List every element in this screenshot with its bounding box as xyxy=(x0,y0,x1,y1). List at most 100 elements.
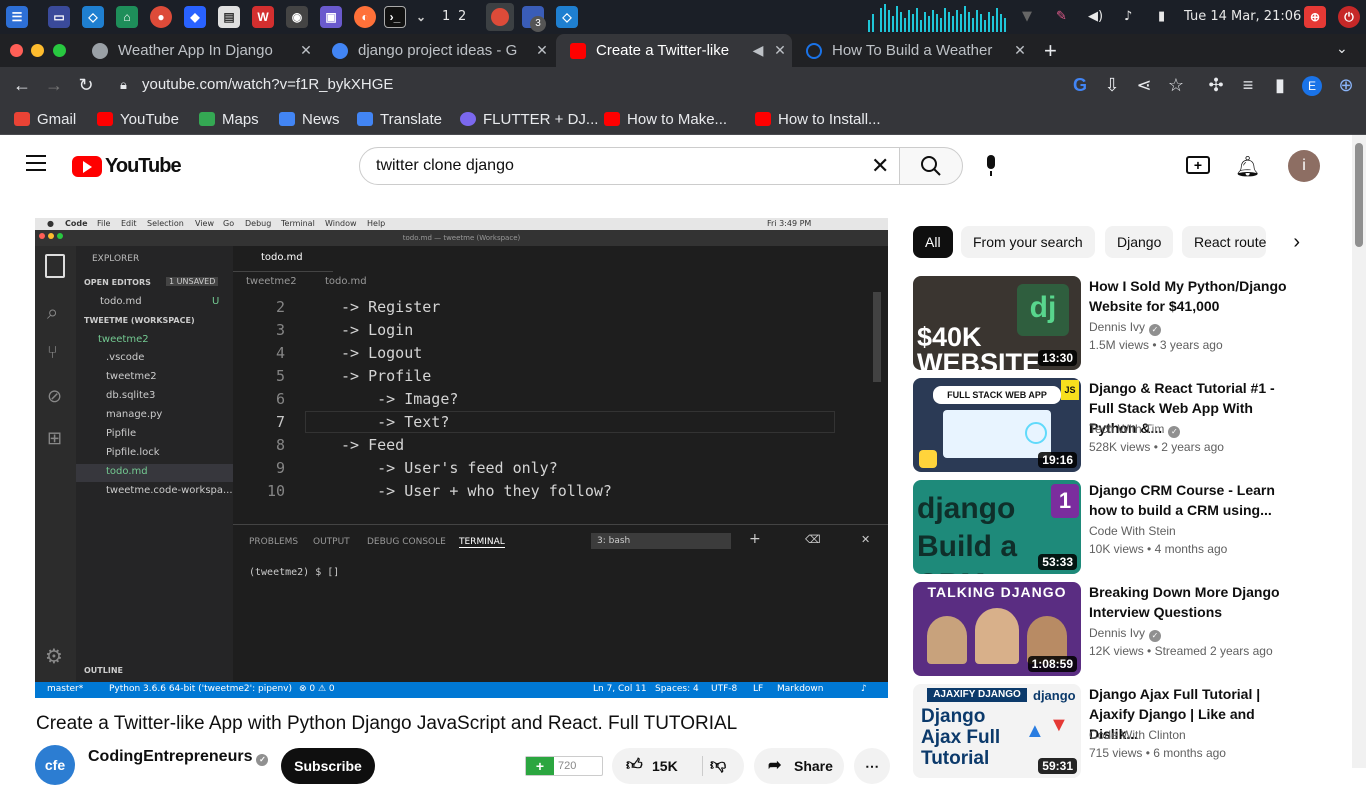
profile-avatar[interactable]: E xyxy=(1302,76,1322,96)
video-thumbnail[interactable]: AJAXIFY DJANGO django Django Ajax Full T… xyxy=(913,684,1081,778)
video-thumbnail[interactable]: TALKING DJANGO 1:08:59 xyxy=(913,582,1081,676)
power-icon[interactable]: ⏻ xyxy=(1338,6,1360,28)
video-player[interactable]: ● Code File Edit Selection View Go Debug… xyxy=(35,218,888,698)
subscribe-button[interactable]: Subscribe xyxy=(281,748,375,784)
install-app-icon[interactable]: ⇩ xyxy=(1100,73,1124,97)
workspace-2[interactable]: 2 xyxy=(458,9,466,24)
files-launcher-icon[interactable]: ▤ xyxy=(218,6,240,28)
firefox-launcher-icon[interactable]: ◐ xyxy=(354,6,376,28)
microphone-icon[interactable] xyxy=(982,155,1000,179)
battery-icon[interactable]: ▮ xyxy=(1158,9,1165,24)
create-video-icon[interactable]: + xyxy=(1186,156,1210,174)
clear-search-icon[interactable]: ✕ xyxy=(871,154,889,178)
wps-launcher-icon[interactable]: W xyxy=(252,6,274,28)
channel-name[interactable]: Dennis Ivy ✓ xyxy=(1089,320,1162,336)
minimize-window-icon[interactable] xyxy=(31,44,44,57)
reload-icon[interactable]: ↻ xyxy=(74,73,98,97)
vscode-launcher-icon[interactable]: ◇ xyxy=(82,6,104,28)
chevron-right-icon[interactable]: › xyxy=(1266,226,1316,258)
extensions-icon[interactable]: ✣ xyxy=(1204,73,1228,97)
media-control-icon[interactable]: ≡ xyxy=(1236,73,1260,97)
tab-weather-app[interactable]: Weather App In Django ✕ xyxy=(78,34,318,67)
bookmark-flutter-django[interactable]: FLUTTER + DJ... xyxy=(460,109,598,129)
search-button[interactable] xyxy=(899,147,963,185)
youtube-logo[interactable]: YouTube xyxy=(72,155,182,178)
pen-tool-icon[interactable]: ✎ xyxy=(1056,9,1067,24)
chip-django[interactable]: Django xyxy=(1105,226,1174,258)
back-icon[interactable]: ← xyxy=(10,73,34,97)
channel-avatar[interactable]: cfe xyxy=(35,745,75,785)
pycharm-launcher-icon[interactable]: ⌂ xyxy=(116,6,138,28)
notifications-icon[interactable]: ♪ xyxy=(1124,9,1132,24)
lock-icon[interactable]: ⊕ xyxy=(1304,6,1326,28)
chip-all[interactable]: All xyxy=(913,226,953,258)
bell-icon[interactable]: 🔔︎ xyxy=(1235,154,1260,179)
related-video[interactable]: FULL STACK WEB APP JS 19:16 Django & Rea… xyxy=(913,378,1353,474)
chevron-down-icon[interactable]: ⌄ xyxy=(410,6,432,28)
close-tab-icon[interactable]: ✕ xyxy=(294,42,318,59)
bookmark-maps[interactable]: Maps xyxy=(199,109,259,129)
like-count[interactable]: 15K xyxy=(652,748,678,784)
close-tab-icon[interactable]: ✕ xyxy=(768,42,792,59)
share-icon[interactable]: ⋖ xyxy=(1132,73,1156,97)
vscode-window-icon[interactable]: ◇ xyxy=(556,6,578,28)
scrollbar-thumb[interactable] xyxy=(1355,143,1363,247)
thumbs-down-icon[interactable]: 👎︎ xyxy=(710,748,726,784)
thumbs-up-icon[interactable]: 👍︎ xyxy=(626,748,643,784)
chip-from-search[interactable]: From your search xyxy=(961,226,1095,258)
new-tab-icon[interactable]: + xyxy=(1044,38,1057,64)
close-tab-icon[interactable]: ✕ xyxy=(530,42,554,59)
bookmark-youtube[interactable]: YouTube xyxy=(97,109,179,129)
messenger-launcher-icon[interactable]: ◆ xyxy=(184,6,206,28)
google-lens-icon[interactable]: G xyxy=(1068,73,1092,97)
close-tab-icon[interactable]: ✕ xyxy=(1008,42,1032,59)
related-video-title[interactable]: Breaking Down More Django Interview Ques… xyxy=(1089,582,1294,622)
channel-name[interactable]: Dennis Ivy ✓ xyxy=(1089,626,1162,642)
app-menu-icon[interactable]: ☰ xyxy=(6,6,28,28)
side-panel-icon[interactable]: ▮ xyxy=(1268,73,1292,97)
channel-name[interactable]: CodingEntrepreneurs ✓ xyxy=(88,748,269,766)
terminal-launcher-icon[interactable]: ›_ xyxy=(384,6,406,28)
workspace-1[interactable]: 1 xyxy=(442,9,450,24)
video-thumbnail[interactable]: dj $40K WEBSITE 13:30 xyxy=(913,276,1081,370)
account-avatar[interactable]: i xyxy=(1288,150,1320,182)
screen-recorder-icon[interactable]: ▣ xyxy=(320,6,342,28)
share-button[interactable]: ➦ Share xyxy=(754,748,844,784)
related-video[interactable]: TALKING DJANGO 1:08:59 Breaking Down Mor… xyxy=(913,582,1353,678)
bookmark-how-to-install[interactable]: How to Install... xyxy=(755,109,881,129)
chrome-launcher-icon[interactable]: ● xyxy=(150,6,172,28)
tab-twitter-tutorial[interactable]: Create a Twitter-like ◀ ✕ xyxy=(556,34,792,67)
address-bar[interactable]: 🔒︎ youtube.com/watch?v=f1R_bykXHGE xyxy=(108,71,1108,99)
rating-widget[interactable]: + 720 xyxy=(525,756,603,776)
chip-react-routers[interactable]: React routers xyxy=(1182,226,1266,258)
clock[interactable]: Tue 14 Mar, 21:06 xyxy=(1184,9,1301,24)
channel-name[interactable]: Code With Clinton xyxy=(1089,728,1186,742)
bookmark-translate[interactable]: Translate xyxy=(357,109,442,129)
network-icon[interactable]: ▼ xyxy=(1022,9,1032,24)
related-video[interactable]: AJAXIFY DJANGO django Django Ajax Full T… xyxy=(913,684,1353,780)
update-icon[interactable]: ⊕ xyxy=(1334,73,1358,97)
tab-django-ideas[interactable]: django project ideas - G ✕ xyxy=(318,34,554,67)
video-thumbnail[interactable]: django Build a CRM 1 53:33 xyxy=(913,480,1081,574)
related-video-title[interactable]: How I Sold My Python/Django Website for … xyxy=(1089,276,1294,316)
bookmark-news[interactable]: News xyxy=(279,109,340,129)
bookmark-star-icon[interactable]: ☆ xyxy=(1164,73,1188,97)
github-launcher-icon[interactable]: ◉ xyxy=(286,6,308,28)
tab-weather-build[interactable]: How To Build a Weather ✕ xyxy=(792,34,1032,67)
volume-icon[interactable]: ◀) xyxy=(1088,9,1103,24)
related-video[interactable]: dj $40K WEBSITE 13:30 How I Sold My Pyth… xyxy=(913,276,1353,372)
forward-icon[interactable]: → xyxy=(42,73,66,97)
desktop-icon[interactable]: ▭ xyxy=(48,6,70,28)
related-video-title[interactable]: Django CRM Course - Learn how to build a… xyxy=(1089,480,1294,520)
chrome-window-icon[interactable] xyxy=(486,3,514,31)
maximize-window-icon[interactable] xyxy=(53,44,66,57)
tab-search-icon[interactable]: ⌄ xyxy=(1336,40,1348,57)
more-actions-icon[interactable]: ⋯ xyxy=(854,748,890,784)
bookmark-gmail[interactable]: Gmail xyxy=(14,109,76,129)
search-input[interactable]: twitter clone django xyxy=(359,147,900,185)
bookmark-how-to-make[interactable]: How to Make... xyxy=(604,109,727,129)
hamburger-menu-icon[interactable] xyxy=(26,155,46,171)
video-thumbnail[interactable]: FULL STACK WEB APP JS 19:16 xyxy=(913,378,1081,472)
page-scrollbar[interactable] xyxy=(1352,135,1366,768)
speaker-icon[interactable]: ◀ xyxy=(748,42,768,59)
